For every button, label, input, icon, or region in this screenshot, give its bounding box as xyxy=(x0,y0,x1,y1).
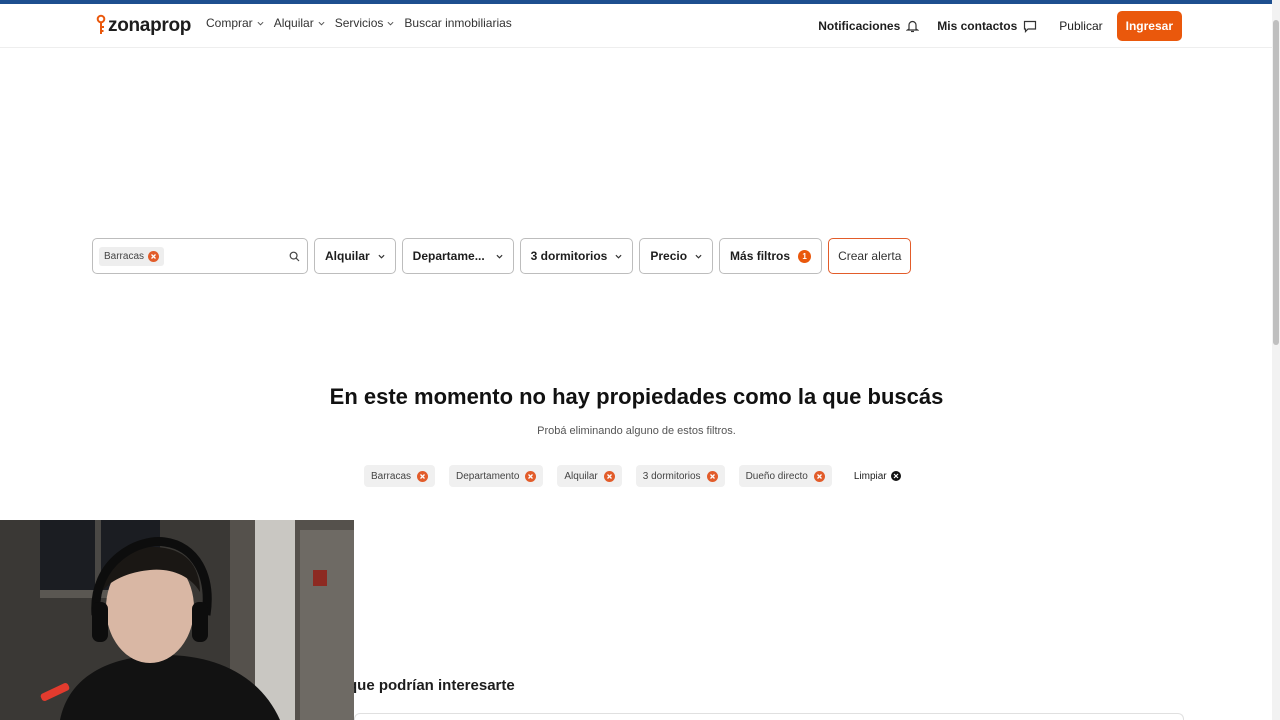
filter-chip-alquilar[interactable]: Alquilar xyxy=(557,465,622,487)
chip-label: Dueño directo xyxy=(745,470,808,482)
notifications-label: Notificaciones xyxy=(818,19,901,33)
remove-chip-icon[interactable] xyxy=(706,470,718,482)
filter-chip-dueno-directo[interactable]: Dueño directo xyxy=(738,465,832,487)
clear-filters-button[interactable]: Limpiar xyxy=(854,471,901,482)
filter-chip-barracas[interactable]: Barracas xyxy=(364,465,436,487)
chevron-down-icon xyxy=(615,254,622,259)
filter-chip-3-dormitorios[interactable]: 3 dormitorios xyxy=(635,465,725,487)
zonaprop-logo[interactable]: zonaprop xyxy=(96,12,191,38)
property-type-label: Departame... xyxy=(412,249,485,263)
contacts-link[interactable]: Mis contactos xyxy=(937,19,1037,33)
recommendation-card[interactable] xyxy=(354,713,1184,720)
chip-label: Barracas xyxy=(371,470,412,482)
location-chip[interactable]: Barracas xyxy=(99,247,165,266)
nav-alquilar[interactable]: Alquilar xyxy=(274,16,325,30)
remove-chip-icon[interactable] xyxy=(603,470,615,482)
nav-comprar[interactable]: Comprar xyxy=(206,16,264,30)
chevron-down-icon xyxy=(378,254,385,259)
recommendations-title: que podrían interesarte xyxy=(348,677,515,694)
location-search-input[interactable]: Barracas xyxy=(92,238,308,274)
chat-bubble-icon xyxy=(1024,20,1037,33)
empty-state-title: En este momento no hay propiedades como … xyxy=(329,384,944,409)
operation-dropdown[interactable]: Alquilar xyxy=(314,238,396,274)
operation-label: Alquilar xyxy=(325,249,370,263)
nav-label: Alquilar xyxy=(273,16,314,30)
nav-label: Servicios xyxy=(334,16,384,30)
bedrooms-dropdown[interactable]: 3 dormitorios xyxy=(519,238,634,274)
scrollbar-thumb[interactable] xyxy=(1273,20,1279,345)
remove-chip-icon[interactable] xyxy=(525,470,537,482)
remove-chip-icon[interactable] xyxy=(148,251,160,262)
chip-label: 3 dormitorios xyxy=(642,470,701,482)
chevron-down-icon xyxy=(318,21,325,26)
bedrooms-label: 3 dormitorios xyxy=(530,249,608,263)
publish-label: Publicar xyxy=(1059,19,1103,33)
nav-label: Buscar inmobiliarias xyxy=(404,16,512,30)
notifications-link[interactable]: Notificaciones xyxy=(818,19,920,33)
chevron-down-icon xyxy=(387,21,394,26)
main-nav: Comprar Alquilar Servicios Buscar inmobi… xyxy=(206,16,512,30)
price-dropdown[interactable]: Precio xyxy=(639,238,714,274)
more-filters-button[interactable]: Más filtros 1 xyxy=(719,238,823,274)
remove-chip-icon[interactable] xyxy=(813,470,825,482)
publish-link[interactable]: Publicar xyxy=(1059,19,1102,33)
nav-label: Comprar xyxy=(206,16,253,30)
close-icon xyxy=(890,471,901,481)
chip-label: Alquilar xyxy=(564,470,598,482)
chevron-down-icon xyxy=(496,254,503,259)
site-header: zonaprop Comprar Alquilar Servicios Busc… xyxy=(0,4,1272,48)
page-scrollbar[interactable] xyxy=(1272,0,1280,720)
nav-buscar-inmobiliarias[interactable]: Buscar inmobiliarias xyxy=(404,16,511,30)
more-filters-label: Más filtros xyxy=(730,249,791,263)
filter-chip-departamento[interactable]: Departamento xyxy=(449,465,544,487)
location-chip-label: Barracas xyxy=(104,251,145,262)
logo-key-icon xyxy=(96,14,106,34)
login-button[interactable]: Ingresar xyxy=(1116,11,1182,41)
chevron-down-icon xyxy=(695,254,702,259)
filter-bar: Barracas Alquilar Departame... 3 dormito… xyxy=(92,238,912,274)
chevron-down-icon xyxy=(257,21,264,26)
active-filter-chips: Barracas Departamento Alquilar 3 dormito… xyxy=(364,465,901,487)
webcam-overlay xyxy=(0,520,354,720)
create-alert-button[interactable]: Crear alerta xyxy=(828,238,912,274)
search-icon[interactable] xyxy=(289,251,300,262)
more-filters-count-badge: 1 xyxy=(798,249,812,263)
webcam-video-frame xyxy=(0,520,354,720)
bell-icon xyxy=(906,20,920,33)
contacts-label: Mis contactos xyxy=(937,19,1018,33)
user-nav: Notificaciones Mis contactos Publicar In… xyxy=(800,11,1182,41)
clear-filters-label: Limpiar xyxy=(853,470,887,482)
empty-state-subtitle: Probá eliminando alguno de estos filtros… xyxy=(537,425,736,437)
price-label: Precio xyxy=(650,249,688,263)
remove-chip-icon[interactable] xyxy=(417,470,429,482)
property-type-dropdown[interactable]: Departame... xyxy=(401,238,514,274)
chip-label: Departamento xyxy=(456,470,520,482)
logo-text: zonaprop xyxy=(108,15,192,36)
nav-servicios[interactable]: Servicios xyxy=(335,16,395,30)
